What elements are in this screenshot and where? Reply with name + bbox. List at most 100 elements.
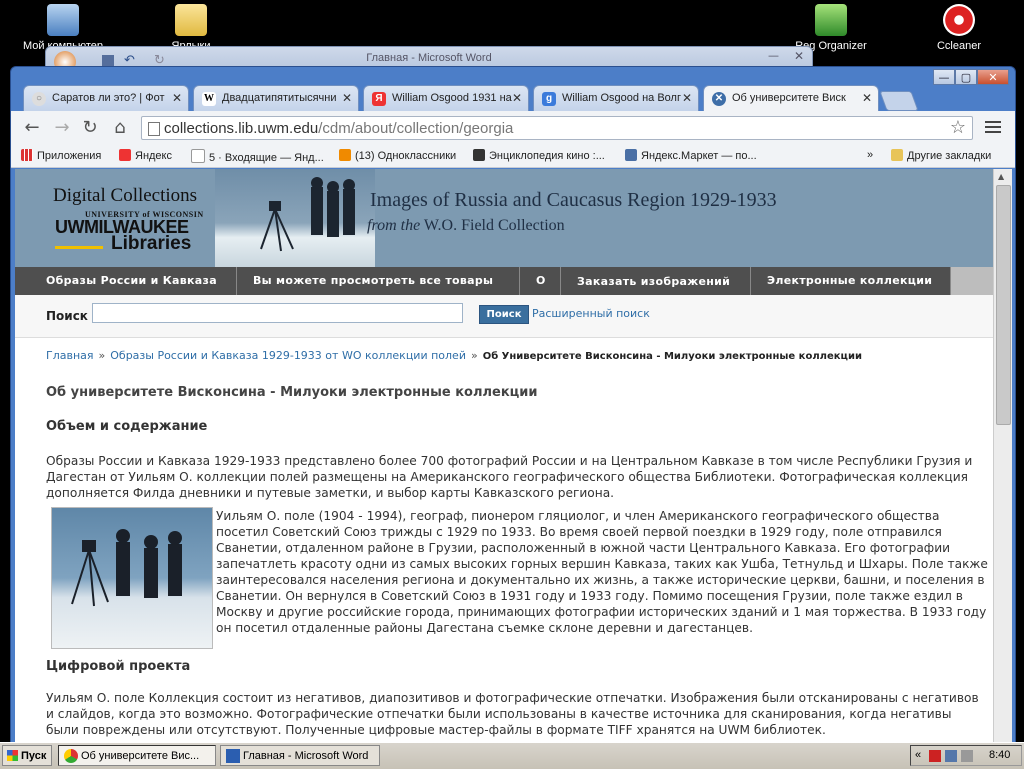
yandex-icon (119, 149, 131, 161)
page-title: Об университете Висконсина - Милуоки эле… (46, 385, 538, 400)
home-button[interactable]: ⌂ (109, 117, 131, 139)
nav-digital-collections[interactable]: Электронные коллекции (751, 267, 951, 295)
banner-subtitle: from the W.O. Field Collection (367, 217, 565, 234)
taskbar-item-word[interactable]: Главная - Microsoft Word (220, 745, 380, 766)
tab-yandex-osgood[interactable]: Я William Osgood 1931 на ✕ (363, 85, 529, 111)
chrome-menu-icon[interactable] (985, 119, 1001, 135)
bookmark-yandex-market[interactable]: Яндекс.Маркет — по... (625, 149, 757, 162)
search-label: Поиск (46, 309, 88, 323)
explorers-photo-figures (71, 529, 182, 607)
section-digital-text: Уильям О. поле Коллекция состоит из нега… (46, 691, 979, 737)
bookmark-yandex[interactable]: Яндекс (119, 149, 172, 162)
back-button[interactable]: ← (21, 117, 43, 139)
desktop-icon-ccleaner[interactable]: Ccleaner (914, 4, 1004, 52)
address-bar[interactable]: collections.lib.uwm.edu/cdm/about/collec… (141, 116, 973, 140)
close-tab-icon[interactable]: ✕ (172, 91, 182, 105)
maximize-button[interactable]: ▢ (955, 69, 977, 85)
site-banner: Digital Collections UNIVERSITY of WISCON… (15, 169, 993, 267)
bookmark-other[interactable]: Другие закладки (891, 149, 991, 162)
taskbar: Пуск Об университете Вис... Главная - Mi… (0, 742, 1024, 769)
nav-about[interactable]: О (520, 267, 561, 295)
search-button[interactable]: Поиск (479, 305, 529, 324)
tray-expand-button[interactable]: « (915, 749, 921, 761)
tab-google-osgood[interactable]: g William Osgood на Волг ✕ (533, 85, 699, 111)
network-icon[interactable] (945, 750, 957, 762)
nav-order-images[interactable]: Заказать изображений (561, 267, 751, 295)
close-button[interactable]: ✕ (977, 69, 1009, 85)
section-scope-title: Объем и содержание (46, 419, 208, 434)
chrome-icon (64, 749, 78, 763)
google-icon: g (542, 92, 556, 106)
nav-end-cap (951, 267, 993, 295)
tab-strip: ○ Саратов ли это? | Фот ✕ W Двадцатипяти… (11, 67, 1015, 112)
nav-russia-caucasus[interactable]: Образы России и Кавказа (15, 267, 237, 295)
yandex-icon: Я (372, 92, 386, 106)
biography-text: Уильям О. поле (1904 - 1994), географ, п… (216, 509, 988, 635)
desktop-icon-shortcuts[interactable]: Ярлыки (146, 4, 236, 52)
computer-icon (47, 4, 79, 36)
mail-icon (191, 149, 205, 163)
reg-organizer-icon (815, 4, 847, 36)
clock: 8:40 (989, 749, 1011, 761)
breadcrumb: Главная» Образы России и Кавказа 1929-193… (46, 349, 862, 362)
folder-icon (891, 149, 903, 161)
desktop-icon-my-computer[interactable]: Мой компьютер (18, 4, 108, 52)
volume-icon[interactable] (961, 750, 973, 762)
field-expedition-photo[interactable] (51, 507, 213, 649)
close-tab-icon[interactable]: ✕ (682, 91, 692, 105)
word-close-icon[interactable]: ✕ (794, 49, 804, 63)
bookmark-odnoklassniki[interactable]: (13) Одноклассники (339, 149, 456, 162)
section-scope-text: Образы России и Кавказа 1929-1933 предст… (46, 454, 973, 500)
banner-title: Images of Russia and Caucasus Region 192… (370, 189, 777, 211)
bookmark-apps[interactable]: Приложения (21, 149, 101, 162)
tab-saratov[interactable]: ○ Саратов ли это? | Фот ✕ (23, 85, 189, 111)
scroll-thumb[interactable] (996, 185, 1011, 425)
url-host: collections.lib.uwm.edu (164, 120, 319, 137)
nav-browse-all[interactable]: Вы можете просмотреть все товары (237, 267, 520, 295)
word-window-title: Главная - Microsoft Word (366, 52, 492, 64)
folder-icon (175, 4, 207, 36)
taskbar-item-chrome[interactable]: Об университете Вис... (58, 745, 216, 766)
new-tab-button[interactable] (879, 91, 919, 111)
desktop-icon-label: Ccleaner (936, 40, 982, 52)
bookmark-yandex-mail[interactable]: 5 · Входящие — Янд... (191, 149, 324, 164)
breadcrumb-home-link[interactable]: Главная (46, 349, 94, 362)
bookmark-star-icon[interactable]: ☆ (950, 117, 966, 138)
word-minimize-icon[interactable]: — (768, 49, 779, 62)
forward-button[interactable]: → (51, 117, 73, 139)
page-icon (148, 122, 160, 136)
section-digital-title: Цифровой проекта (46, 659, 191, 674)
reload-button[interactable]: ↻ (79, 117, 101, 139)
tab-uwm-about[interactable]: ✕ Об университете Виск ✕ (703, 85, 879, 112)
search-input[interactable] (92, 303, 463, 323)
close-tab-icon[interactable]: ✕ (512, 91, 522, 105)
word-icon (226, 749, 240, 763)
breadcrumb-current: Об Университете Висконсина - Милуоки эле… (482, 351, 862, 362)
close-tab-icon[interactable]: ✕ (342, 91, 352, 105)
page-scrollbar[interactable]: ▲ (993, 169, 1012, 743)
close-tab-icon[interactable]: ✕ (862, 91, 872, 105)
film-icon (473, 149, 485, 161)
banner-photo (215, 169, 375, 267)
scroll-up-icon[interactable]: ▲ (998, 172, 1004, 181)
advanced-search-link[interactable]: Расширенный поиск (532, 307, 650, 320)
bookmarks-bar: Приложения Яндекс 5 · Входящие — Янд... … (11, 145, 1015, 168)
explorers-silhouette (260, 177, 355, 252)
wikipedia-icon: W (202, 92, 216, 106)
apps-icon (21, 149, 33, 161)
start-button[interactable]: Пуск (2, 745, 52, 766)
bookmark-kino-encyclopedia[interactable]: Энциклопедия кино :... (473, 149, 605, 162)
odnoklassniki-icon (339, 149, 351, 161)
site-nav: Образы России и Кавказа Вы можете просмо… (15, 267, 993, 295)
bookmarks-overflow-button[interactable]: » (867, 149, 873, 161)
tab-wikipedia[interactable]: W Двадцатипятитысячни ✕ (193, 85, 359, 111)
windows-logo-icon (7, 750, 18, 761)
desktop-icon-reg-organizer[interactable]: Reg Organizer (786, 4, 876, 52)
breadcrumb-collection-link[interactable]: Образы России и Кавказа 1929-1933 от WO … (110, 349, 466, 362)
web-page: Digital Collections UNIVERSITY of WISCON… (15, 169, 993, 743)
minimize-button[interactable]: — (933, 69, 955, 85)
kaspersky-icon[interactable] (929, 750, 941, 762)
search-bar: Поиск Поиск Расширенный поиск (15, 295, 993, 338)
browser-toolbar: ← → ↻ ⌂ collections.lib.uwm.edu/cdm/abou… (11, 111, 1015, 145)
site-logo[interactable]: Digital Collections UNIVERSITY of WISCON… (15, 169, 215, 267)
